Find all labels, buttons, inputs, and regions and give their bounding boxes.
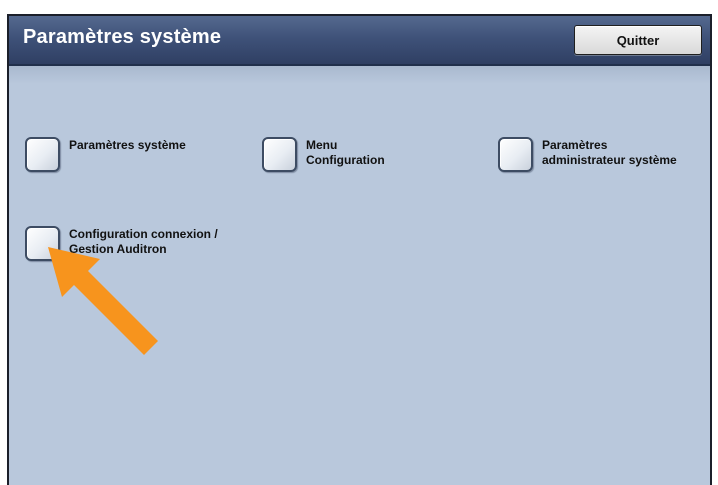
title-bar-shadow (9, 66, 710, 84)
option-menu-configuration[interactable]: Menu Configuration (262, 137, 385, 172)
arrow-shape (48, 247, 158, 355)
parametres-systeme-label: Paramètres système (69, 138, 186, 152)
menu-configuration-label: Menu Configuration (306, 138, 385, 167)
quit-button[interactable]: Quitter (574, 25, 702, 55)
parametres-administrateur-checkbox[interactable] (498, 137, 533, 172)
option-parametres-systeme[interactable]: Paramètres système (25, 137, 186, 172)
parametres-administrateur-label: Paramètres administrateur système (542, 138, 677, 167)
option-parametres-administrateur[interactable]: Paramètres administrateur système (498, 137, 677, 172)
menu-configuration-checkbox[interactable] (262, 137, 297, 172)
page-title: Paramètres système (23, 26, 222, 48)
title-bar: Paramètres système Quitter (9, 16, 710, 66)
parametres-systeme-checkbox[interactable] (25, 137, 60, 172)
orange-pointer-arrow-icon (48, 247, 158, 355)
